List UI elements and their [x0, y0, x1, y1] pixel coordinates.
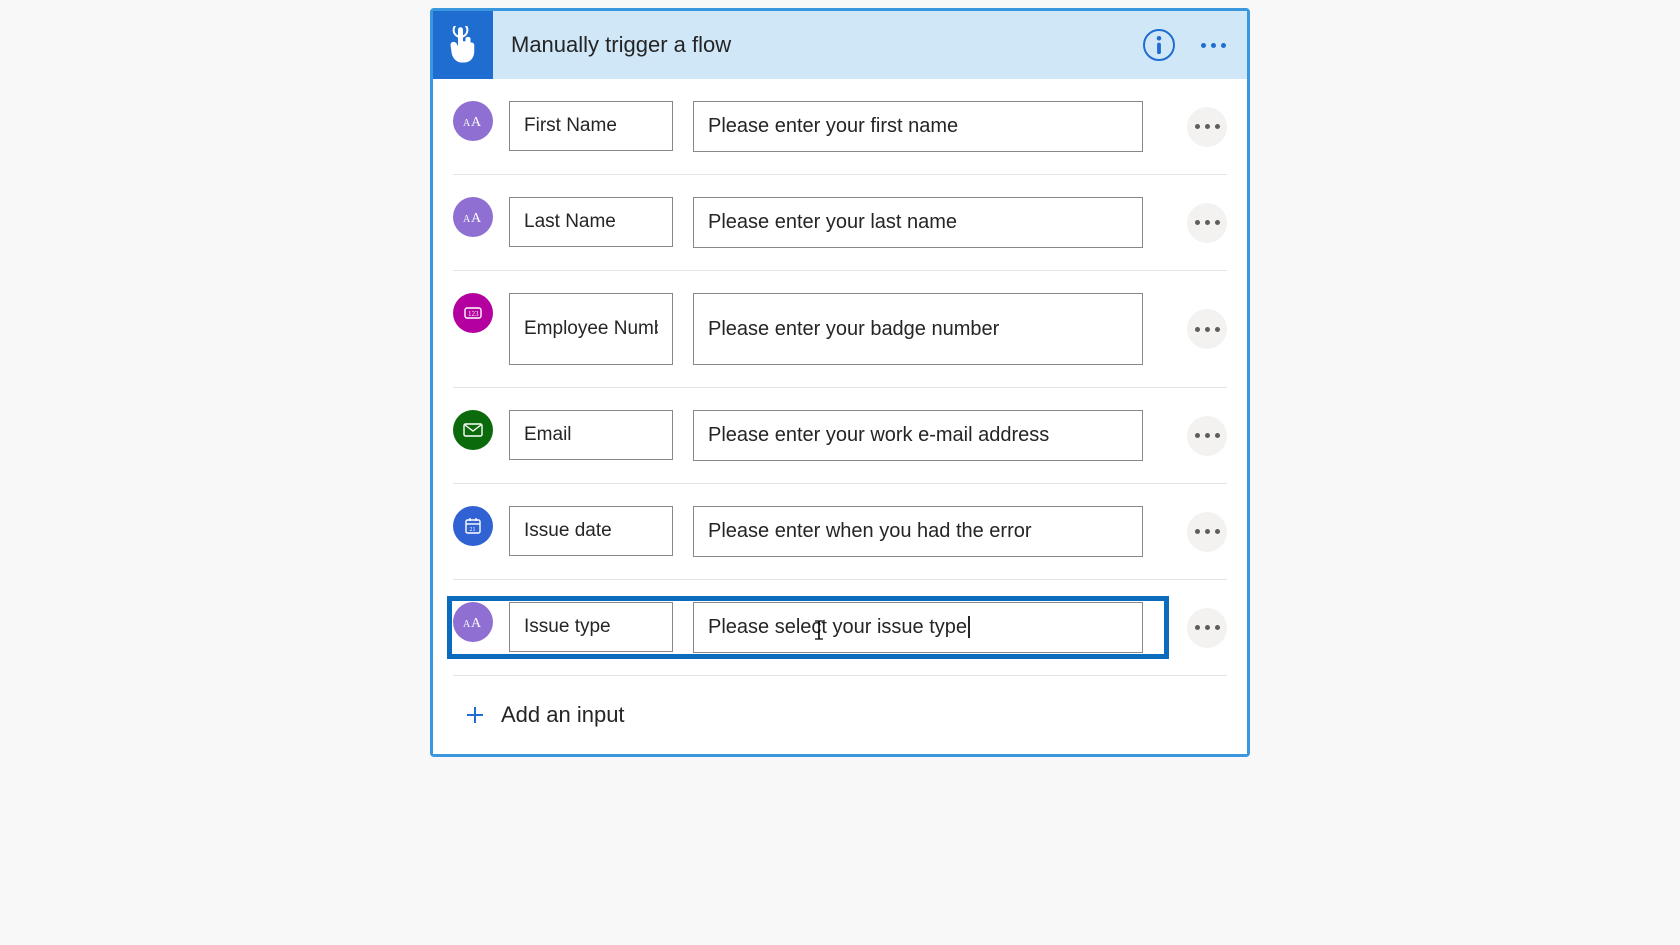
row-more-button[interactable]: [1187, 309, 1227, 349]
input-name-field[interactable]: [509, 410, 673, 460]
input-desc-field[interactable]: [693, 101, 1143, 152]
input-name-field[interactable]: [509, 293, 673, 365]
email-type-icon: [453, 410, 493, 450]
text-type-icon: AA: [453, 602, 493, 642]
input-desc-field[interactable]: Please select your issue type: [693, 602, 1143, 653]
input-name-field[interactable]: [509, 506, 673, 556]
inputs-body: AA AA 123: [433, 79, 1247, 754]
row-more-button[interactable]: [1187, 107, 1227, 147]
input-name-field[interactable]: [509, 101, 673, 151]
row-more-button[interactable]: [1187, 512, 1227, 552]
input-row-issue-date: 21: [453, 484, 1227, 580]
ellipsis-icon: [1195, 220, 1220, 225]
svg-text:A: A: [471, 115, 482, 129]
manual-trigger-icon: [433, 11, 493, 79]
svg-text:A: A: [463, 118, 471, 129]
ellipsis-icon: [1195, 625, 1220, 630]
ellipsis-icon: [1195, 327, 1220, 332]
ellipsis-icon: [1195, 124, 1220, 129]
input-desc-field[interactable]: [693, 410, 1143, 461]
input-row-last-name: AA: [453, 175, 1227, 271]
info-icon: [1152, 36, 1166, 54]
row-more-button[interactable]: [1187, 203, 1227, 243]
add-input-label: Add an input: [501, 702, 625, 728]
card-header: Manually trigger a flow: [433, 11, 1247, 79]
svg-text:A: A: [471, 616, 482, 630]
flow-trigger-card: Manually trigger a flow AA: [430, 8, 1250, 757]
input-desc-field[interactable]: [693, 293, 1143, 365]
svg-text:A: A: [463, 619, 471, 630]
row-more-button[interactable]: [1187, 608, 1227, 648]
input-row-first-name: AA: [453, 79, 1227, 175]
input-desc-field[interactable]: [693, 506, 1143, 557]
input-row-email: [453, 388, 1227, 484]
add-input-button[interactable]: Add an input: [453, 676, 1227, 754]
svg-text:A: A: [463, 214, 471, 225]
header-title: Manually trigger a flow: [493, 32, 1143, 58]
ellipsis-icon: [1195, 433, 1220, 438]
number-type-icon: 123: [453, 293, 493, 333]
text-cursor-icon: [968, 616, 970, 638]
svg-text:A: A: [471, 211, 482, 225]
input-row-issue-type: AA Please select your issue type: [453, 580, 1227, 676]
info-button[interactable]: [1143, 29, 1175, 61]
text-type-icon: AA: [453, 197, 493, 237]
row-more-button[interactable]: [1187, 416, 1227, 456]
input-name-field[interactable]: [509, 197, 673, 247]
input-desc-text: Please select your issue type: [708, 616, 967, 638]
ellipsis-icon: [1201, 43, 1226, 48]
header-more-button[interactable]: [1193, 25, 1233, 65]
input-name-field[interactable]: [509, 602, 673, 652]
svg-text:123: 123: [468, 310, 479, 318]
input-row-employee-number: 123: [453, 271, 1227, 388]
plus-icon: [465, 705, 485, 725]
text-type-icon: AA: [453, 101, 493, 141]
svg-text:21: 21: [470, 527, 476, 533]
input-desc-field[interactable]: [693, 197, 1143, 248]
date-type-icon: 21: [453, 506, 493, 546]
ellipsis-icon: [1195, 529, 1220, 534]
